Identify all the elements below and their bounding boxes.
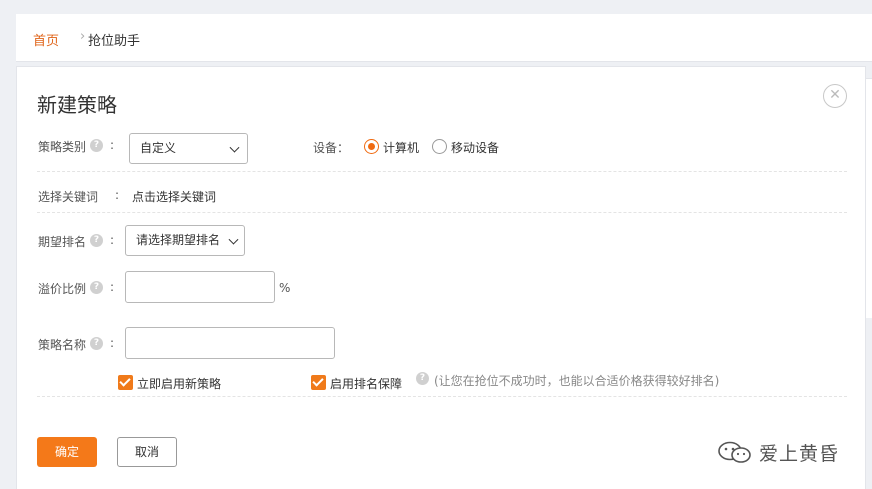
confirm-button[interactable]: 确定 (37, 437, 97, 467)
chevron-down-icon (229, 142, 240, 153)
divider (37, 171, 847, 172)
colon: : (110, 233, 115, 247)
dialog-title: 新建策略 (37, 93, 117, 117)
expected-rank-placeholder: 请选择期望排名 (136, 233, 221, 247)
premium-ratio-input[interactable] (125, 271, 275, 303)
wechat-icon (718, 441, 751, 463)
rank-guarantee-hint: (让您在抢位不成功时，也能以合适价格获得较好排名) (434, 374, 720, 388)
watermark-text: 爱上黄昏 (759, 442, 840, 465)
new-strategy-dialog: 新建策略 ✕ 策略类别 ? : 自定义 设备： 计算机 移动设备 选择关键词 :… (16, 66, 866, 489)
help-icon[interactable]: ? (90, 139, 103, 152)
cancel-button[interactable]: 取消 (117, 437, 177, 467)
breadcrumb-home-link[interactable]: 首页 (33, 30, 59, 49)
background-panel (866, 78, 872, 318)
percent-unit: % (279, 281, 291, 295)
device-radio-mobile[interactable] (432, 139, 447, 154)
colon: : (110, 336, 115, 350)
chevron-down-icon (228, 234, 239, 245)
rank-guarantee-label[interactable]: 启用排名保障 (330, 375, 402, 392)
rank-guarantee-checkbox[interactable] (311, 375, 326, 390)
help-icon[interactable]: ? (90, 234, 103, 247)
enable-now-checkbox[interactable] (118, 375, 133, 390)
strategy-name-input[interactable] (125, 327, 335, 359)
device-option-computer[interactable]: 计算机 (383, 139, 419, 156)
breadcrumb: 首页 › 抢位助手 (16, 14, 872, 62)
strategy-type-select[interactable]: 自定义 (129, 133, 248, 164)
enable-now-label[interactable]: 立即启用新策略 (137, 375, 221, 392)
help-icon[interactable]: ? (416, 372, 429, 385)
premium-ratio-label: 溢价比例 (38, 282, 87, 296)
select-keywords-link[interactable]: 点击选择关键词 (132, 188, 216, 205)
help-icon[interactable]: ? (90, 281, 103, 294)
colon: : (110, 138, 115, 152)
strategy-type-value: 自定义 (140, 141, 177, 155)
expected-rank-label: 期望排名 (38, 235, 87, 249)
device-option-mobile[interactable]: 移动设备 (451, 139, 499, 156)
help-icon[interactable]: ? (90, 337, 103, 350)
strategy-type-label: 策略类别 (38, 140, 87, 154)
close-circle-icon[interactable]: ✕ (823, 84, 847, 108)
chevron-right-icon: › (80, 29, 86, 44)
expected-rank-select[interactable]: 请选择期望排名 (125, 225, 245, 256)
device-radio-computer[interactable] (364, 139, 379, 154)
strategy-name-label: 策略名称 (38, 338, 87, 352)
keywords-label: 选择关键词 (38, 190, 99, 204)
watermark: 爱上黄昏 (717, 439, 839, 465)
device-label: 设备： (313, 141, 350, 155)
divider (37, 396, 847, 397)
breadcrumb-current: 抢位助手 (88, 34, 141, 49)
colon: : (115, 188, 120, 202)
colon: : (110, 280, 115, 294)
divider (37, 212, 847, 213)
